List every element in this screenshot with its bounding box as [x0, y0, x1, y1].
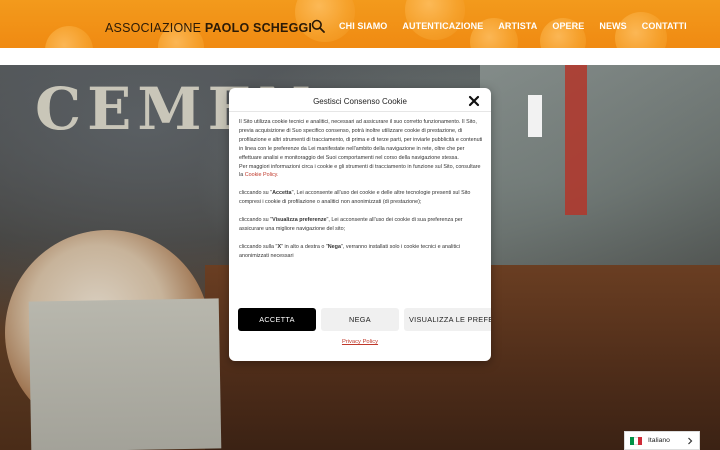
- search-icon[interactable]: [311, 19, 325, 33]
- deny-explainer-prefix: cliccando sulla ": [239, 243, 278, 250]
- consent-paragraph-2: Per maggiori informazioni circa i cookie…: [239, 163, 483, 181]
- nav-contatti[interactable]: CONTATTI: [642, 21, 687, 31]
- logo-name: PAOLO SCHEGGI: [204, 21, 313, 35]
- language-label: Italiano: [648, 437, 670, 444]
- view-preferences-button[interactable]: VISUALIZZA LE PREFERENZE: [404, 308, 491, 331]
- modal-body: Il Sito utilizza cookie tecnici e analit…: [239, 118, 483, 261]
- modal-divider: [229, 111, 491, 112]
- cookie-consent-modal: Gestisci Consenso Cookie Il Sito utilizz…: [229, 88, 491, 361]
- consent-paragraph-1: Il Sito utilizza cookie tecnici e analit…: [239, 119, 483, 161]
- logo-prefix: ASSOCIAZIONE: [105, 21, 205, 35]
- nav-opere[interactable]: OPERE: [552, 21, 584, 31]
- italy-flag-icon: [630, 436, 642, 445]
- deny-button[interactable]: NEGA: [321, 308, 399, 331]
- consent-prefs-explainer: cliccando su "Visualizza preferenze", Le…: [239, 216, 483, 234]
- nav-news[interactable]: NEWS: [599, 21, 626, 31]
- artwork-metal-panel: [28, 298, 222, 450]
- deny-explainer-mid: " in alto a destra o ": [281, 243, 328, 250]
- cookie-policy-link[interactable]: Cookie Policy.: [245, 172, 279, 178]
- language-selector[interactable]: Italiano: [624, 431, 700, 450]
- accept-button[interactable]: ACCETTA: [238, 308, 316, 331]
- nav-artista[interactable]: ARTISTA: [498, 21, 537, 31]
- consent-accept-explainer: cliccando su "Accetta", Lei acconsente a…: [239, 189, 483, 207]
- main-nav: CHI SIAMO AUTENTICAZIONE ARTISTA OPERE N…: [311, 19, 702, 33]
- artwork-wall: [480, 65, 720, 275]
- accept-explainer-bold: Accetta: [272, 190, 292, 197]
- flag-red: [638, 436, 642, 445]
- deny-explainer-nega: Nega: [327, 243, 341, 250]
- chevron-right-icon: [688, 437, 693, 445]
- modal-title: Gestisci Consenso Cookie: [313, 97, 407, 106]
- consent-buttons: ACCETTA NEGA VISUALIZZA LE PREFERENZE: [238, 308, 491, 332]
- close-icon[interactable]: [468, 95, 480, 107]
- nav-autenticazione[interactable]: AUTENTICAZIONE: [402, 21, 483, 31]
- accept-explainer-prefix: cliccando su ": [239, 190, 273, 197]
- site-header: ASSOCIAZIONE PAOLO SCHEGGI CHI SIAMO AUT…: [0, 0, 720, 48]
- consent-deny-explainer: cliccando sulla "X" in alto a destra o "…: [239, 243, 483, 261]
- site-logo[interactable]: ASSOCIAZIONE PAOLO SCHEGGI: [105, 21, 312, 35]
- prefs-explainer-prefix: cliccando su ": [239, 217, 273, 224]
- artwork-white-mark: [528, 95, 542, 137]
- artwork-red-stripe: [565, 65, 587, 215]
- header-spacer: [0, 48, 720, 65]
- nav-chi-siamo[interactable]: CHI SIAMO: [339, 21, 387, 31]
- prefs-explainer-bold: Visualizza preferenze: [272, 217, 327, 224]
- privacy-policy-link[interactable]: Privacy Policy: [229, 339, 491, 345]
